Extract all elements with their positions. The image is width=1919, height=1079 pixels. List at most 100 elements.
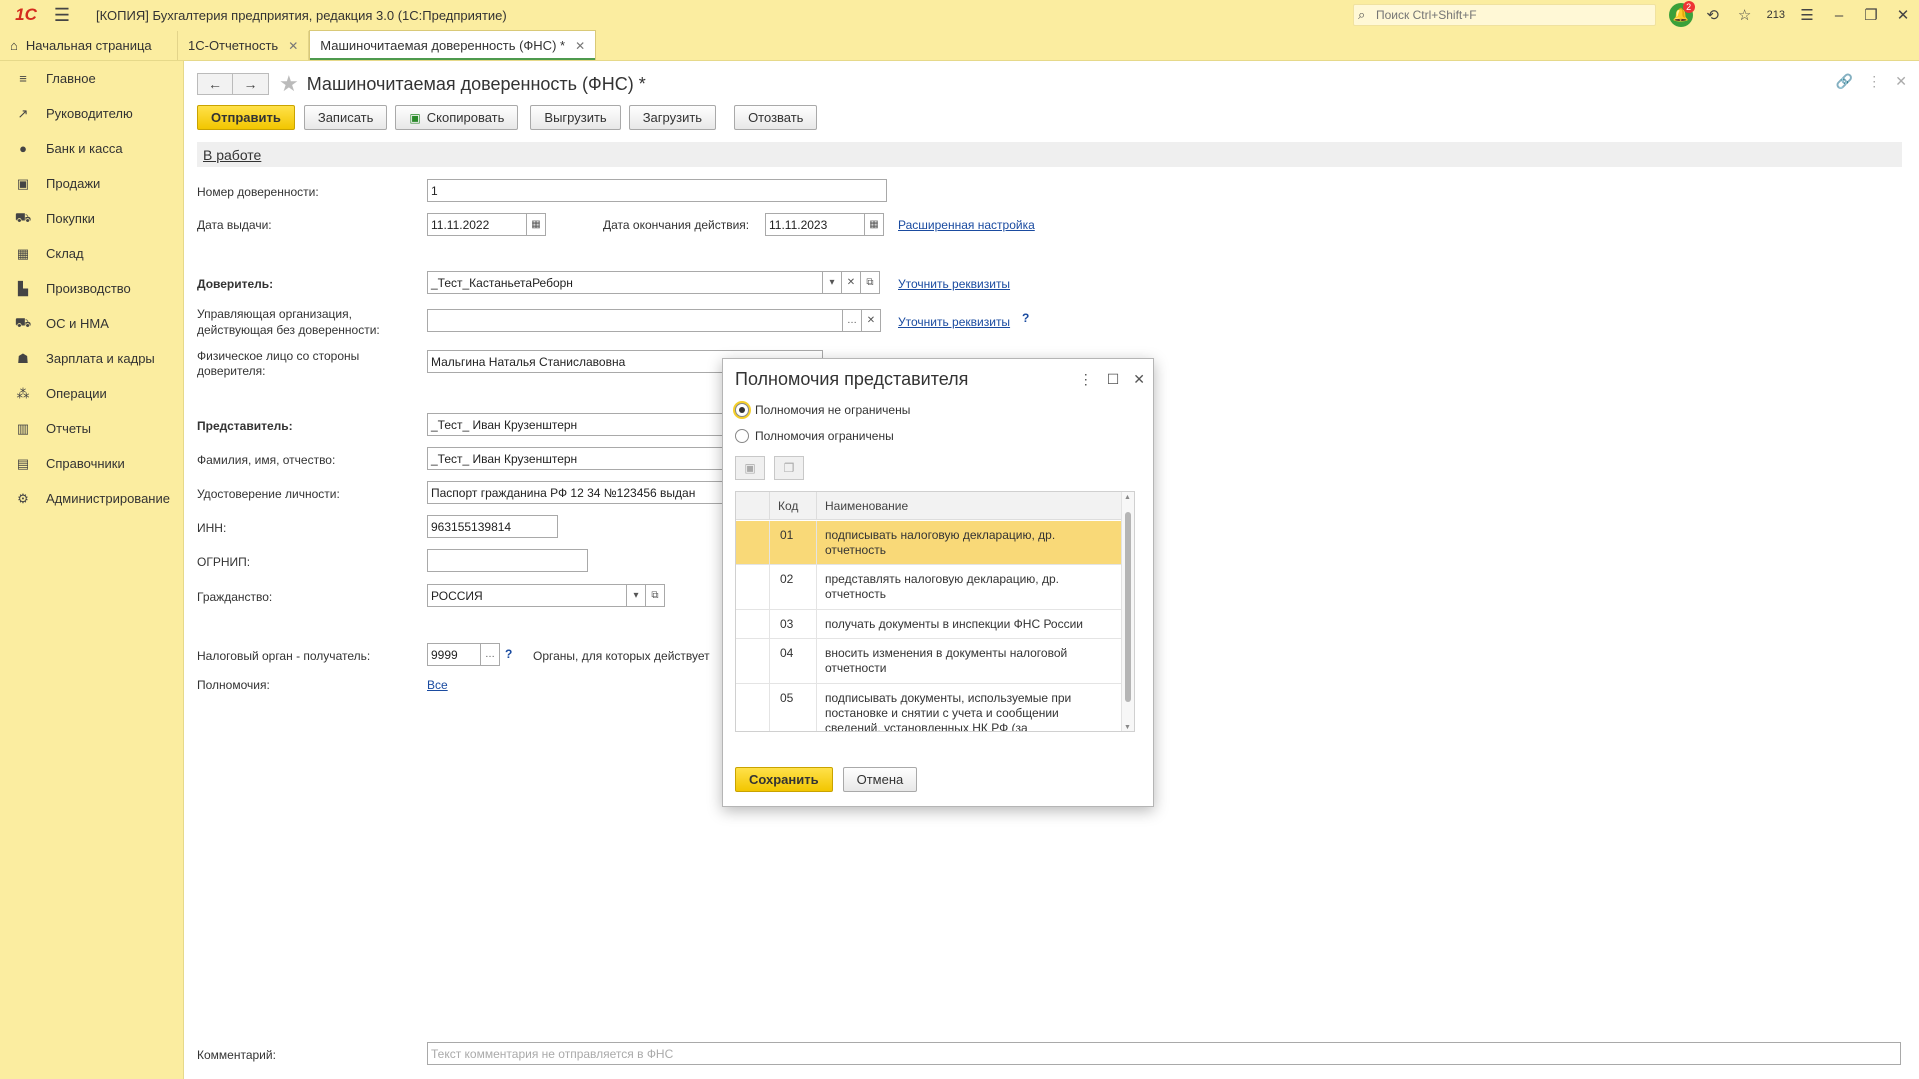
ogrnip-field[interactable] <box>427 549 588 572</box>
export-button[interactable]: Выгрузить <box>530 105 621 130</box>
table-row[interactable]: 05 подписывать документы, используемые п… <box>736 684 1122 731</box>
dialog-title: Полномочия представителя <box>735 369 969 389</box>
select-icon[interactable]: … <box>842 309 862 332</box>
number-field[interactable]: 1 <box>427 179 887 202</box>
dropdown-icon[interactable]: ▾ <box>822 271 842 294</box>
number-label: Номер доверенности: <box>197 185 319 199</box>
table-scrollbar[interactable]: ▲ ▼ <box>1121 492 1134 731</box>
tab-home[interactable]: ⌂ Начальная страница <box>0 31 178 60</box>
import-button[interactable]: Загрузить <box>628 105 717 130</box>
table-row[interactable]: 03 получать документы в инспекции ФНС Ро… <box>736 610 1122 639</box>
more-icon[interactable]: ⋮ <box>1079 371 1093 388</box>
inn-field[interactable]: 963155139814 <box>427 515 558 538</box>
issue-date-field[interactable]: 11.11.2022 <box>427 213 527 236</box>
sidebar-item-warehouse[interactable]: ▦ Склад <box>0 236 183 271</box>
sidebar-item-production[interactable]: ▙ Производство <box>0 271 183 306</box>
close-icon[interactable]: ✕ <box>575 39 585 53</box>
scroll-down-icon[interactable]: ▼ <box>1124 724 1131 731</box>
bank-icon: ● <box>19 141 27 156</box>
global-search[interactable]: ⌕ <box>1353 4 1656 26</box>
sidebar-item-purchases[interactable]: ⛟ Покупки <box>0 201 183 236</box>
table-row[interactable]: 04 вносить изменения в документы налогов… <box>736 639 1122 684</box>
app-logo[interactable]: 1С <box>8 0 44 30</box>
open-icon[interactable]: ⧉ <box>860 271 880 294</box>
principal-field[interactable]: _Тест_КастаньетаРеборн <box>427 271 823 294</box>
column-header-name[interactable]: Наименование <box>817 499 908 513</box>
clarify-details-link-2[interactable]: Уточнить реквизиты <box>898 315 1010 329</box>
send-button[interactable]: Отправить <box>197 105 295 130</box>
tab-1c-reporting[interactable]: 1С-Отчетность ✕ <box>178 31 310 60</box>
sidebar-item-assets[interactable]: ⛟ ОС и НМА <box>0 306 183 341</box>
check-all-icon[interactable]: ▣ <box>735 456 765 480</box>
clear-icon[interactable]: ✕ <box>841 271 861 294</box>
table-row[interactable]: 01 подписывать налоговую декларацию, др.… <box>736 521 1122 565</box>
status-link[interactable]: В работе <box>203 147 261 163</box>
close-window-icon[interactable]: ✕ <box>1887 0 1919 30</box>
sidebar-item-catalogs[interactable]: ▤ Справочники <box>0 446 183 481</box>
favorites-star-icon[interactable]: ☆ <box>1729 0 1761 30</box>
dialog-save-button[interactable]: Сохранить <box>735 767 833 792</box>
advanced-settings-link[interactable]: Расширенная настройка <box>898 218 1035 232</box>
sidebar-item-label: Банк и касса <box>46 141 123 156</box>
row-name: вносить изменения в документы налоговой … <box>825 646 1068 675</box>
forward-button[interactable]: → <box>233 73 269 95</box>
back-button[interactable]: ← <box>197 73 233 95</box>
powers-label: Полномочия: <box>197 678 270 692</box>
close-form-icon[interactable]: ✕ <box>1895 73 1907 90</box>
close-icon[interactable]: ✕ <box>1133 371 1145 388</box>
comment-field[interactable]: Текст комментария не отправляется в ФНС <box>427 1042 1901 1065</box>
calendar-icon[interactable]: ▦ <box>526 213 546 236</box>
sidebar-item-payroll[interactable]: ☗ Зарплата и кадры <box>0 341 183 376</box>
end-date-field[interactable]: 11.11.2023 <box>765 213 865 236</box>
clear-icon[interactable]: ✕ <box>861 309 881 332</box>
sidebar-item-admin[interactable]: ⚙ Администрирование <box>0 481 183 516</box>
managing-org-field[interactable] <box>427 309 843 332</box>
page-title: Машиночитаемая доверенность (ФНС) * <box>306 73 646 94</box>
settings-menu-icon[interactable]: ☰ <box>1791 0 1823 30</box>
scroll-thumb[interactable] <box>1125 512 1131 702</box>
column-header-code[interactable]: Код <box>770 492 817 520</box>
table-row[interactable]: 02 представлять налоговую декларацию, др… <box>736 565 1122 610</box>
favorite-star-icon[interactable]: ★ <box>279 71 299 97</box>
minimize-icon[interactable]: – <box>1823 0 1855 30</box>
calendar-icon[interactable]: ▦ <box>864 213 884 236</box>
tab-power-of-attorney[interactable]: Машиночитаемая доверенность (ФНС) * ✕ <box>309 30 597 60</box>
select-icon[interactable]: … <box>480 643 500 666</box>
history-icon[interactable]: ⟲ <box>1697 0 1729 30</box>
scroll-up-icon[interactable]: ▲ <box>1124 494 1131 501</box>
dropdown-icon[interactable]: ▾ <box>626 584 646 607</box>
dialog-cancel-button[interactable]: Отмена <box>842 767 918 792</box>
tax-authority-field[interactable]: 9999 <box>427 643 481 666</box>
maximize-icon[interactable]: ☐ <box>1107 371 1120 388</box>
citizenship-field[interactable]: РОССИЯ <box>427 584 627 607</box>
copy-button[interactable]: ▣ Скопировать <box>395 105 519 130</box>
sidebar-item-sales[interactable]: ▣ Продажи <box>0 166 183 201</box>
notifications-button[interactable]: 🔔 2 <box>1665 0 1697 30</box>
warehouse-icon: ▦ <box>16 245 30 261</box>
close-icon[interactable]: ✕ <box>288 39 298 53</box>
clarify-details-link[interactable]: Уточнить реквизиты <box>898 277 1010 291</box>
sidebar-item-main[interactable]: ≡ Главное <box>0 61 183 96</box>
menu-icon: ≡ <box>19 71 27 86</box>
radio-button[interactable] <box>735 429 749 443</box>
uncheck-all-icon[interactable]: ❐ <box>774 456 804 480</box>
powers-link[interactable]: Все <box>427 678 448 692</box>
radio-button-selected[interactable] <box>735 403 749 417</box>
help-icon[interactable]: ? <box>1022 311 1029 325</box>
link-icon[interactable]: 🔗 <box>1836 73 1853 90</box>
save-button[interactable]: Записать <box>303 105 388 130</box>
search-input[interactable] <box>1376 8 1636 22</box>
help-icon[interactable]: ? <box>505 647 512 661</box>
restore-icon[interactable]: ❐ <box>1855 0 1887 30</box>
revoke-button[interactable]: Отозвать <box>734 105 818 130</box>
radio-limited[interactable]: Полномочия ограничены <box>735 429 894 443</box>
sidebar-item-operations[interactable]: ⁂ Операции <box>0 376 183 411</box>
more-icon[interactable]: ⋮ <box>1867 73 1881 90</box>
sidebar-item-reports[interactable]: ▥ Отчеты <box>0 411 183 446</box>
main-menu-icon[interactable]: ☰ <box>50 0 74 30</box>
radio-unlimited[interactable]: Полномочия не ограничены <box>735 403 910 417</box>
open-icon[interactable]: ⧉ <box>645 584 665 607</box>
sidebar-item-manager[interactable]: ↗ Руководителю <box>0 96 183 131</box>
app-title: [КОПИЯ] Бухгалтерия предприятия, редакци… <box>96 7 507 23</box>
sidebar-item-bank[interactable]: ● Банк и касса <box>0 131 183 166</box>
